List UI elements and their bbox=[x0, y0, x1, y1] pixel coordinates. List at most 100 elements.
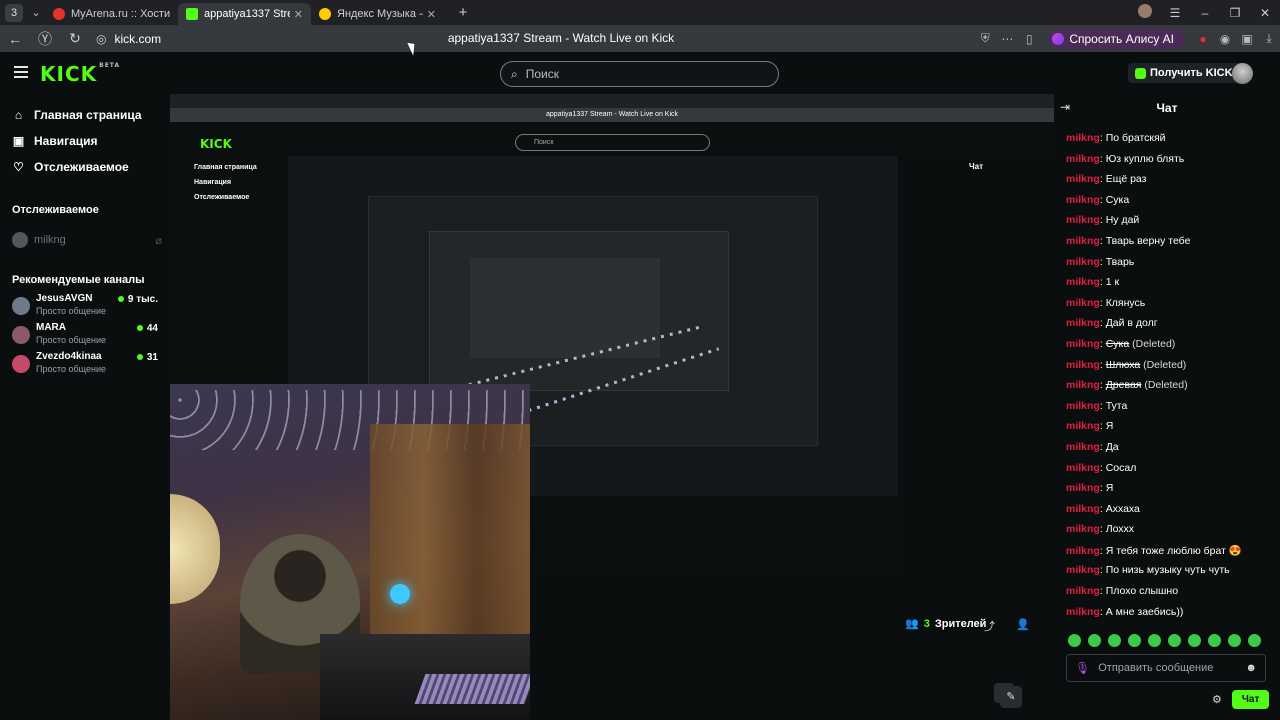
alice-button[interactable]: Спросить Алису AI bbox=[1048, 28, 1184, 49]
maximize-icon[interactable]: ❐ bbox=[1220, 6, 1250, 20]
chat-username[interactable]: milkng bbox=[1066, 132, 1100, 144]
nav-browse[interactable]: ▣ Навигация bbox=[12, 131, 98, 151]
window-close-icon[interactable]: ✕ bbox=[1250, 6, 1280, 20]
chat-username[interactable]: milkng bbox=[1066, 173, 1100, 185]
chat-text: Клянусь bbox=[1105, 296, 1146, 309]
emote-icon[interactable] bbox=[1148, 634, 1161, 647]
chat-username[interactable]: milkng bbox=[1066, 276, 1100, 288]
edit-button[interactable]: ✎ bbox=[1000, 686, 1022, 708]
followed-channel[interactable]: milkng ⌀ bbox=[12, 230, 162, 250]
chat-username[interactable]: milkng bbox=[1066, 153, 1100, 165]
search-input[interactable]: ⌕ Поиск bbox=[500, 61, 779, 87]
search-icon: ⌕ bbox=[511, 66, 518, 81]
vpn-icon[interactable]: ⛨ bbox=[974, 31, 996, 46]
alice-label: Спросить Алису AI bbox=[1069, 31, 1174, 46]
chat-username[interactable]: milkng bbox=[1066, 441, 1100, 453]
chat-username[interactable]: milkng bbox=[1066, 585, 1100, 597]
browser-menu-icon[interactable]: 3 bbox=[5, 3, 23, 22]
bookmark-icon[interactable]: ▯ bbox=[1018, 32, 1040, 46]
page-title: appatiya1337 Stream - Watch Live on Kick bbox=[447, 31, 675, 45]
chat-username[interactable]: milkng bbox=[1066, 214, 1100, 226]
chat-message: milkng: Шлюха (Deleted) bbox=[1066, 358, 1187, 371]
hamburger-icon[interactable] bbox=[14, 66, 28, 81]
nav-home[interactable]: ⌂ Главная страница bbox=[12, 105, 142, 125]
chat-username[interactable]: milkng bbox=[1066, 482, 1100, 494]
menu-icon[interactable]: ☰ bbox=[1160, 6, 1190, 20]
chat-username[interactable]: milkng bbox=[1066, 359, 1100, 371]
emote-icon[interactable] bbox=[1168, 634, 1181, 647]
media-icon[interactable]: ◉ bbox=[1214, 32, 1236, 46]
emote-icon[interactable] bbox=[1068, 634, 1081, 647]
chat-username[interactable]: milkng bbox=[1066, 420, 1100, 432]
viewer-count-value: 44 bbox=[146, 323, 158, 334]
chat-message-input[interactable]: 🎙 Отправить сообщение ☻ bbox=[1066, 654, 1266, 682]
yandex-icon[interactable]: Ⓨ bbox=[30, 29, 60, 49]
share-icon[interactable]: ⤴ bbox=[984, 618, 995, 634]
chevron-down-icon[interactable]: ⌄ bbox=[27, 6, 45, 19]
chat-username[interactable]: milkng bbox=[1066, 379, 1100, 391]
chat-username[interactable]: milkng bbox=[1066, 523, 1100, 535]
kick-logo[interactable]: KICK BETA bbox=[40, 62, 120, 86]
get-kicks-button[interactable]: Получить KICKs bbox=[1128, 63, 1246, 83]
chat-message: milkng: Тварь bbox=[1066, 255, 1135, 268]
extension-icon[interactable]: ● bbox=[1192, 32, 1214, 46]
captured-nav-label: Навигация bbox=[194, 179, 232, 186]
chat-username[interactable]: milkng bbox=[1066, 545, 1100, 557]
channel-category: Просто общение bbox=[36, 364, 106, 374]
captured-footer bbox=[530, 574, 1054, 720]
profile-avatar[interactable] bbox=[1130, 4, 1160, 21]
myarena-favicon-icon bbox=[53, 8, 65, 20]
recommended-channel[interactable]: JesusAVGN Просто общение 9 тыс. bbox=[12, 293, 162, 321]
chat-text: Тута bbox=[1105, 399, 1128, 412]
chat-username[interactable]: milkng bbox=[1066, 194, 1100, 206]
tab-kick-stream[interactable]: appatiya1337 Stream ✕ bbox=[178, 3, 311, 25]
chat-username[interactable]: milkng bbox=[1066, 564, 1100, 576]
chat-message: milkng: Ещё раз bbox=[1066, 173, 1147, 186]
chat-username[interactable]: milkng bbox=[1066, 235, 1100, 247]
emote-icon[interactable] bbox=[1228, 634, 1241, 647]
avatar bbox=[12, 232, 28, 248]
viewer-count-value: 9 тыс. bbox=[127, 294, 158, 305]
tab-myarena[interactable]: MyArena.ru :: Хостинг игр bbox=[45, 3, 178, 25]
captured-nav-label: Отслеживаемое bbox=[194, 194, 250, 201]
recommended-channel[interactable]: Zvezdo4kinaa Просто общение 31 bbox=[12, 351, 162, 379]
emote-icon[interactable] bbox=[1188, 634, 1201, 647]
chat-username[interactable]: milkng bbox=[1066, 400, 1100, 412]
more-icon[interactable]: ⋯ bbox=[996, 32, 1018, 46]
microphone-icon[interactable]: 🎙 bbox=[1075, 661, 1090, 675]
emote-icon[interactable] bbox=[1128, 634, 1141, 647]
recommended-channel[interactable]: MARA Просто общение 44 bbox=[12, 322, 162, 350]
add-user-icon[interactable]: 👤 bbox=[1016, 618, 1030, 631]
chat-username[interactable]: milkng bbox=[1066, 317, 1100, 329]
browser-window: 3 ⌄ MyArena.ru :: Хостинг игр appatiya13… bbox=[0, 0, 1280, 720]
close-icon[interactable]: ✕ bbox=[427, 8, 436, 21]
gear-icon[interactable]: ⚙ bbox=[1212, 693, 1222, 706]
emoji-icon[interactable]: ☻ bbox=[1245, 662, 1257, 674]
download-icon[interactable]: ⤓ bbox=[1258, 31, 1280, 46]
site-info-icon[interactable]: ◎ bbox=[96, 32, 106, 46]
chat-username[interactable]: milkng bbox=[1066, 256, 1100, 268]
back-icon[interactable]: ← bbox=[0, 31, 30, 47]
send-chat-button[interactable]: Чат bbox=[1231, 690, 1270, 709]
emote-icon[interactable] bbox=[1248, 634, 1261, 647]
chat-text: Древая bbox=[1105, 379, 1142, 392]
emote-icon[interactable] bbox=[1108, 634, 1121, 647]
yandex-music-favicon-icon bbox=[319, 8, 331, 20]
emote-icon[interactable] bbox=[1088, 634, 1101, 647]
chat-username[interactable]: milkng bbox=[1066, 503, 1100, 515]
chat-username[interactable]: milkng bbox=[1066, 606, 1100, 618]
collections-icon[interactable]: ▣ bbox=[1236, 32, 1258, 46]
tab-yandex-music[interactable]: Яндекс Музыка — со ✕ bbox=[311, 3, 444, 25]
reload-icon[interactable]: ↻ bbox=[60, 30, 90, 47]
new-tab-button[interactable]: + bbox=[452, 4, 474, 21]
emote-icon[interactable] bbox=[1208, 634, 1221, 647]
user-avatar[interactable] bbox=[1232, 63, 1253, 84]
chat-username[interactable]: milkng bbox=[1066, 462, 1100, 474]
close-icon[interactable]: ✕ bbox=[294, 8, 303, 21]
chat-username[interactable]: milkng bbox=[1066, 297, 1100, 309]
minimize-icon[interactable]: – bbox=[1190, 6, 1220, 20]
chat-text: По низь музыку чуть чуть bbox=[1105, 564, 1230, 577]
nav-following[interactable]: ♡ Отслеживаемое bbox=[12, 157, 129, 177]
url-field[interactable]: ◎ kick.com bbox=[96, 32, 161, 46]
chat-username[interactable]: milkng bbox=[1066, 338, 1100, 350]
